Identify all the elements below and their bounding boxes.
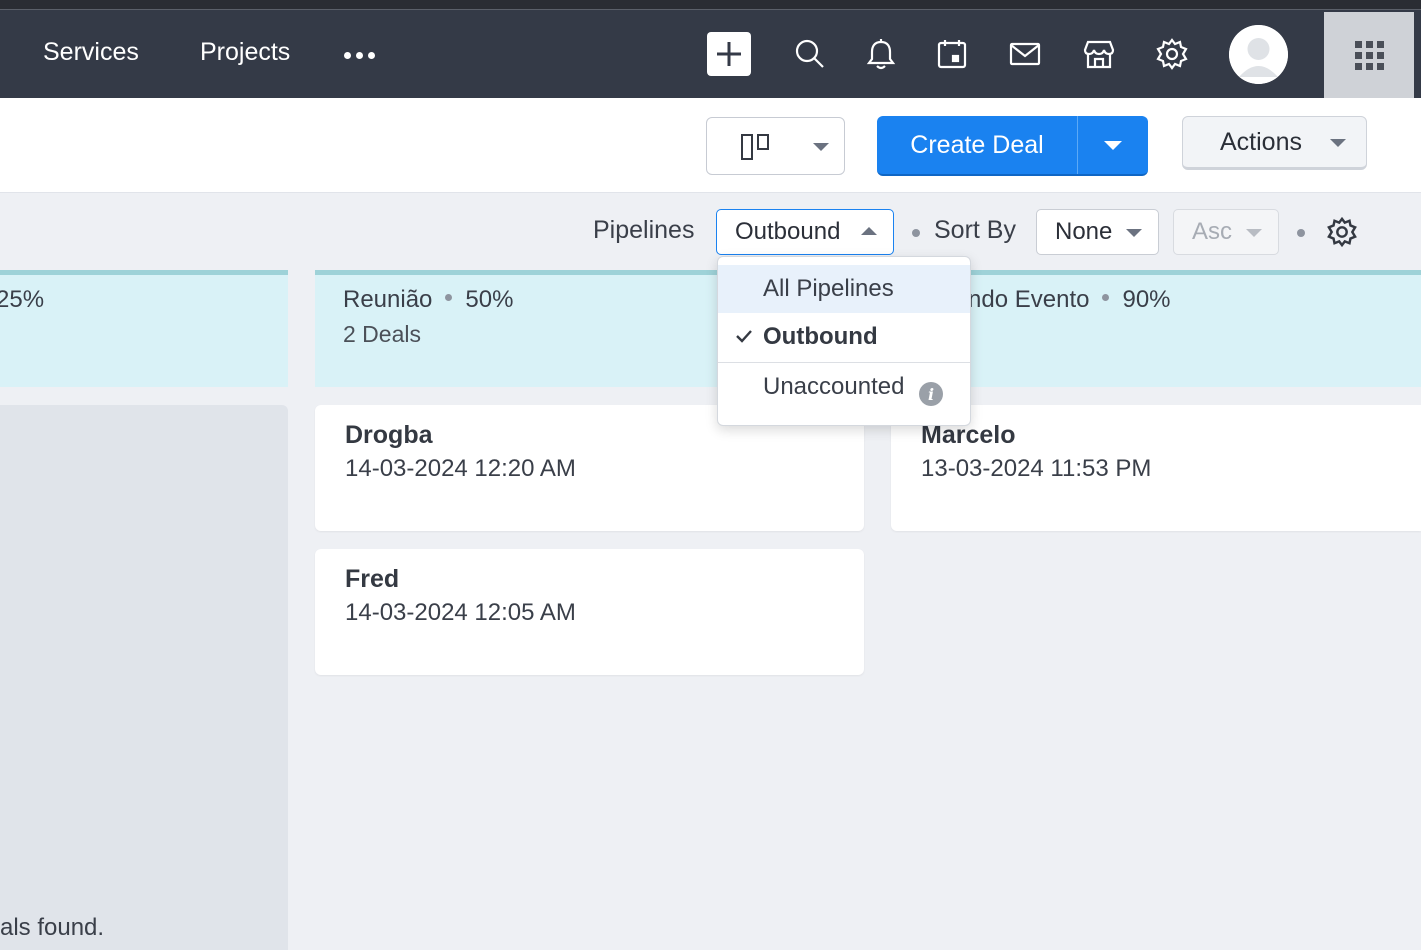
chevron-down-icon — [1246, 229, 1262, 237]
kanban-view-icon — [741, 134, 769, 160]
chevron-down-icon — [1104, 140, 1122, 150]
calendar-icon[interactable] — [932, 34, 972, 74]
user-avatar[interactable] — [1229, 25, 1288, 84]
stage-percent: 90% — [1122, 286, 1171, 313]
stage-percent: 25% — [0, 286, 45, 313]
deal-name[interactable]: Fred — [345, 565, 399, 594]
nav-link-services[interactable]: Services — [43, 38, 139, 67]
gear-icon[interactable] — [1152, 34, 1192, 74]
pipeline-option-all[interactable]: All Pipelines — [718, 265, 970, 313]
create-deal-dropdown-button[interactable] — [1077, 116, 1148, 174]
nav-link-projects[interactable]: Projects — [200, 38, 290, 67]
sort-order-select[interactable]: Asc — [1173, 209, 1279, 255]
sort-by-label: Sort By — [934, 216, 1016, 244]
chevron-down-icon — [813, 143, 829, 151]
kanban-settings-gear-icon[interactable] — [1327, 216, 1357, 248]
pipeline-option-outbound[interactable]: Outbound — [718, 313, 970, 361]
sort-by-select[interactable]: None — [1036, 209, 1159, 255]
browser-top-strip — [0, 0, 1421, 10]
chevron-up-icon — [861, 227, 877, 235]
module-toolbar: Create Deal Actions — [0, 98, 1421, 193]
stage-column-body-empty — [0, 405, 288, 950]
plus-icon — [717, 42, 741, 66]
search-icon[interactable] — [790, 34, 830, 74]
empty-state-text: als found. — [0, 914, 105, 941]
deal-card[interactable]: Fred 14-03-2024 12:05 AM — [315, 549, 864, 675]
deal-date: 13-03-2024 11:53 PM — [921, 455, 1152, 482]
create-deal-button[interactable]: Create Deal — [877, 116, 1077, 174]
chevron-down-icon — [1126, 229, 1142, 237]
deal-card[interactable]: Marcelo 13-03-2024 11:53 PM — [891, 405, 1421, 531]
actions-label: Actions — [1220, 127, 1302, 156]
option-label: All Pipelines — [763, 275, 894, 302]
top-navigation-bar: Services Projects — [0, 10, 1421, 98]
pipeline-dropdown-menu: All Pipelines Outbound Unaccounted i — [717, 256, 971, 426]
chevron-down-icon — [1330, 139, 1346, 147]
marketplace-icon[interactable] — [1079, 34, 1119, 74]
stage-name: Reunião — [343, 286, 433, 313]
pipeline-select-value: Outbound — [735, 218, 841, 245]
separator-dot — [1297, 229, 1305, 237]
stage-deal-count: 2 Deals — [343, 321, 421, 347]
stage-title: Reunião 50% — [343, 286, 513, 314]
pipeline-select[interactable]: Outbound — [716, 209, 894, 255]
quick-create-button[interactable] — [707, 32, 751, 76]
more-horizontal-icon[interactable] — [344, 52, 375, 59]
apps-grid-button[interactable] — [1324, 12, 1414, 98]
view-switcher-button[interactable] — [706, 117, 845, 175]
deal-date: 14-03-2024 12:20 AM — [345, 455, 576, 482]
separator-dot — [912, 229, 920, 237]
info-icon[interactable]: i — [919, 382, 943, 406]
checkmark-icon — [736, 330, 752, 343]
sort-by-select-value: None — [1055, 218, 1113, 245]
create-deal-button-group: Create Deal — [877, 116, 1148, 176]
option-label: Outbound — [763, 323, 878, 350]
sort-order-select-value: Asc — [1192, 218, 1233, 245]
apps-grid-icon — [1354, 40, 1384, 70]
stage-percent: 50% — [465, 286, 514, 313]
actions-button[interactable]: Actions — [1182, 116, 1367, 170]
deal-name[interactable]: Drogba — [345, 421, 433, 450]
bell-icon[interactable] — [861, 34, 901, 74]
mail-icon[interactable] — [1005, 34, 1045, 74]
deal-date: 14-03-2024 12:05 AM — [345, 599, 576, 626]
option-label: Unaccounted — [763, 373, 905, 400]
pipelines-label: Pipelines — [593, 216, 695, 244]
